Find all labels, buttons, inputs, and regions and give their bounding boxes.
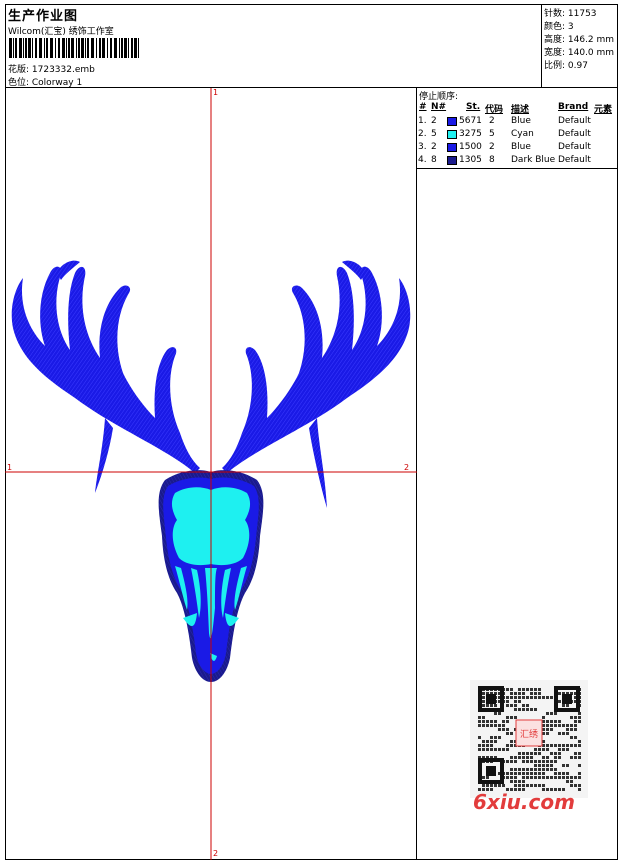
studio-name: Wilcom(汇宝) 绣饰工作室 [8,27,114,37]
axis-label-right: 2 [404,463,410,472]
col-header-desc: 描述 [511,105,530,115]
stop-row-st: 5671 [459,116,482,126]
stop-row-desc: Blue [511,116,531,126]
stop-row-n: 8 [431,155,437,165]
stop-row-n: 2 [431,116,437,126]
seal-text: 汇绣 [520,728,538,740]
stop-row-code: 2 [489,116,495,126]
axis-label-bottom: 2 [213,849,219,858]
stop-row-brand: Default [558,142,591,152]
brand-watermark: 6xiu.com [473,790,575,814]
design-file: 花版: 1723332.emb [8,65,95,75]
stop-row-st: 3275 [459,129,482,139]
col-header-st: St. [466,102,481,112]
stop-row-desc: Blue [511,142,531,152]
stop-row-num: 1. [418,116,427,126]
stop-row-brand: Default [558,116,591,126]
axis-label-left: 1 [7,463,13,472]
stop-row-brand: Default [558,129,591,139]
col-header-brand: Brand [558,102,589,112]
right-antler [222,260,411,508]
color-swatch [447,117,457,126]
col-header-element: 元素 [594,105,613,115]
color-swatch [447,130,457,139]
stop-row-code: 5 [489,129,495,139]
stop-row-n: 5 [431,129,437,139]
col-header-code: 代码 [485,105,504,115]
stop-row-st: 1305 [459,155,482,165]
stop-row-num: 2. [418,129,427,139]
stop-row-desc: Cyan [511,129,534,139]
left-antler [11,260,200,493]
stop-row-num: 4. [418,155,427,165]
colorway: 色位: Colorway 1 [8,78,83,88]
stop-sequence-title: 停止顺序: [419,92,459,102]
stop-row-st: 1500 [459,142,482,152]
barcode [9,38,139,58]
embroidery-design [5,88,417,860]
col-header-num: # [419,102,427,112]
stop-row-brand: Default [558,155,591,165]
color-count: 颜色: 3 [544,22,574,32]
stop-row-num: 3. [418,142,427,152]
stitch-count: 针数: 11753 [544,9,597,19]
stop-row-n: 2 [431,142,437,152]
axis-label-top: 1 [213,88,219,97]
design-width: 宽度: 140.0 mm [544,48,615,58]
page-title: 生产作业图 [8,9,79,24]
col-header-n: N# [431,102,447,112]
stop-row-desc: Dark Blue [511,155,556,165]
color-swatch [447,143,457,152]
design-scale: 比例: 0.97 [544,61,588,71]
stop-row-code: 8 [489,155,495,165]
color-swatch [447,156,457,165]
design-height: 高度: 146.2 mm [544,35,615,45]
qr-code: 汇绣 [470,680,588,798]
stop-row-code: 2 [489,142,495,152]
